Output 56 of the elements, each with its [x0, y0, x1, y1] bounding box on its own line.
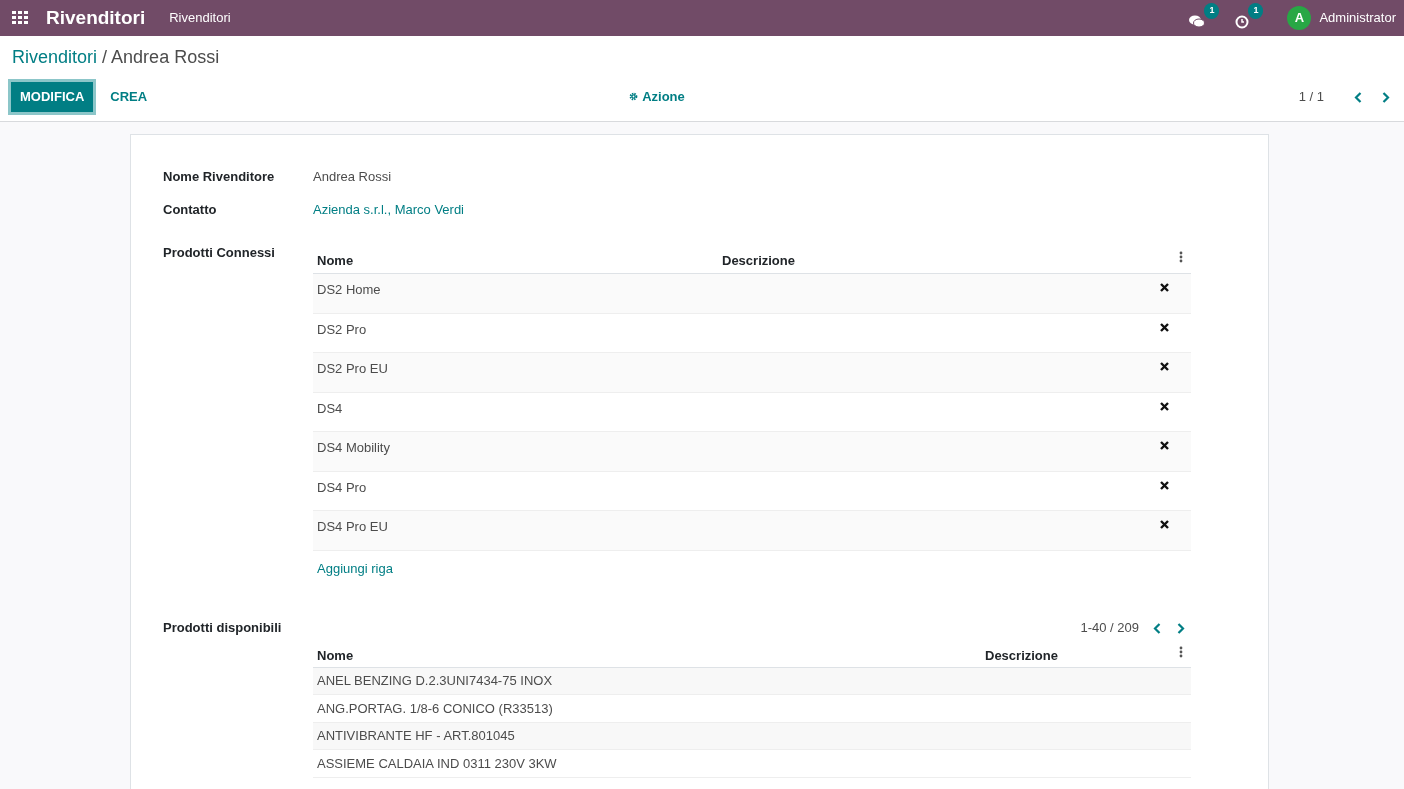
delete-icon[interactable] — [1160, 322, 1169, 332]
message-count: 1 — [1204, 3, 1220, 19]
chevron-right-icon — [1382, 92, 1390, 104]
menu-item[interactable]: Rivenditori — [169, 8, 231, 28]
action-button[interactable]: Azione — [623, 86, 691, 108]
options-icon[interactable] — [1179, 645, 1183, 658]
clock-icon — [1235, 14, 1250, 29]
column-header: Nome — [316, 646, 355, 663]
table-cell-text: DS2 Pro EU — [316, 360, 389, 378]
apps-grid-icon[interactable] — [12, 11, 30, 25]
gear-icon — [629, 92, 639, 102]
delete-icon[interactable] — [1160, 520, 1169, 529]
table-cell-text: ANG.PORTAG. 1/8-6 CONICO (R33513) — [316, 699, 553, 718]
column-header: Descrizione — [722, 252, 796, 269]
delete-icon[interactable] — [1160, 362, 1169, 371]
chevron-left-icon — [1153, 623, 1161, 635]
table-cell-text: DS2 Home — [316, 281, 382, 299]
breadcrumb-link[interactable]: Rivenditori — [12, 47, 98, 67]
delete-icon[interactable] — [1160, 441, 1169, 450]
table-cell-text: ANTIVIBRANTE HF - ART.801045 — [316, 727, 515, 745]
user-menu[interactable]: A Administrator — [1287, 6, 1396, 30]
chevron-right-icon — [1177, 623, 1185, 635]
record-pager: 1 / 1 — [1298, 88, 1324, 106]
table-cell-text: DS4 Mobility — [316, 439, 391, 457]
delete-icon[interactable] — [1160, 480, 1169, 490]
edit-button[interactable]: MODIFICA — [8, 79, 97, 115]
user-avatar: A — [1287, 6, 1312, 30]
create-button[interactable]: CREA — [104, 86, 154, 108]
delete-icon[interactable] — [1160, 401, 1169, 411]
chevron-left-icon — [1354, 92, 1362, 104]
list-pager: 1-40 / 209 — [1080, 619, 1139, 637]
column-header: Nome — [316, 252, 355, 269]
options-icon[interactable] — [1179, 251, 1183, 263]
breadcrumb-current: Andrea Rossi — [111, 47, 220, 67]
table-cell-text: DS2 Pro — [316, 320, 368, 339]
table-cell-text: ASSIEME CALDAIA IND 0311 230V 3KW — [316, 754, 557, 773]
field-label: Prodotti disponibili — [163, 619, 283, 637]
activity-count: 1 — [1248, 3, 1264, 19]
table-cell-text: DS4 Pro — [316, 478, 368, 497]
user-name: Administrator — [1319, 9, 1396, 28]
field-value: Andrea Rossi — [313, 168, 392, 186]
add-line-link[interactable]: Aggiungi riga — [313, 558, 393, 578]
table-cell-text: DS4 — [316, 399, 344, 418]
delete-icon[interactable] — [1160, 283, 1169, 292]
field-label: Nome Rivenditore — [163, 168, 276, 186]
chat-bubbles-icon — [1189, 14, 1206, 29]
column-header: Descrizione — [985, 646, 1059, 663]
table-cell-text: DS4 Pro EU — [316, 518, 389, 536]
table-cell-text: ANEL BENZING D.2.3UNI7434-75 INOX — [316, 672, 553, 690]
breadcrumb-separator: / — [102, 47, 108, 67]
contact-link[interactable]: Azienda s.r.l., Marco Verdi — [313, 199, 464, 219]
field-label: Prodotti Connessi — [163, 244, 276, 262]
app-title[interactable]: Rivenditori — [46, 3, 146, 33]
field-label: Contatto — [163, 200, 218, 219]
activities-button[interactable]: 1 — [1235, 3, 1264, 33]
messages-button[interactable]: 1 — [1189, 3, 1220, 33]
